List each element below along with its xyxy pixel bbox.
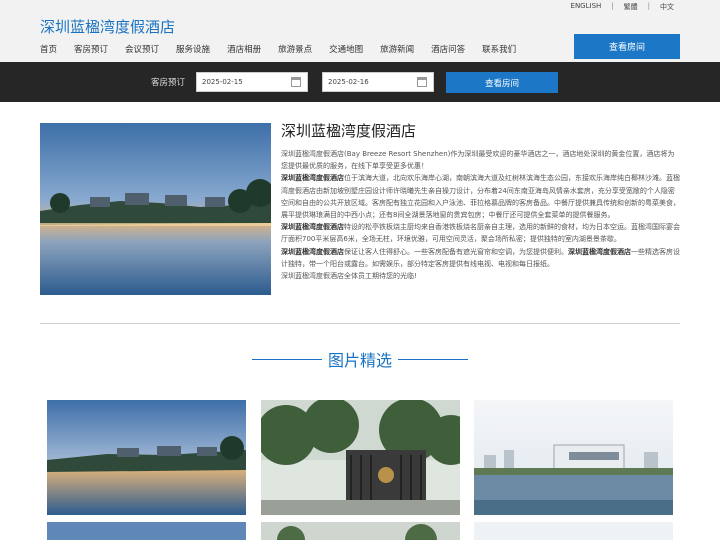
hotel-name-bold: 深圳蓝楹湾度假酒店 (281, 247, 344, 256)
nav-album[interactable]: 酒店相册 (227, 43, 261, 55)
hotel-entrance-photo-icon (261, 522, 460, 540)
hotel-name-bold: 深圳蓝楹湾度假酒店 (281, 223, 344, 232)
nav-news[interactable]: 旅游新闻 (380, 43, 414, 55)
nav-faq[interactable]: 酒店问答 (431, 43, 465, 55)
lakeside-building-photo-icon (474, 522, 673, 540)
section-divider (40, 323, 680, 324)
intro-paragraph: 深圳蓝楹湾度假酒店保证让客人住得舒心。一些客房配备有遮光窗帘和空调，为您提供便利… (281, 247, 680, 268)
site-title[interactable]: 深圳蓝楹湾度假酒店 (40, 16, 175, 37)
lang-english[interactable]: ENGLISH (571, 2, 602, 12)
checkin-date-value: 2025-02-15 (202, 78, 243, 86)
booking-bar: 客房预订 2025-02-15 2025-02-16 查看房间 (0, 62, 720, 102)
hotel-hero-photo (40, 123, 271, 295)
nav-contact[interactable]: 联系我们 (482, 43, 516, 55)
gallery-image[interactable] (474, 522, 673, 540)
intro-paragraph: 深圳蓝楹湾度假酒店全体员工期待您的光临! (281, 272, 417, 281)
calendar-icon (417, 77, 427, 87)
checkout-date-value: 2025-02-16 (328, 78, 369, 86)
intro-paragraph: 深圳蓝楹湾度假酒店(Bay Breeze Resort Shenzhen)作为深… (281, 150, 675, 171)
intro-title: 深圳蓝楹湾度假酒店 (281, 122, 417, 140)
nav-meeting-booking[interactable]: 会议预订 (125, 43, 159, 55)
lakeside-building-photo-icon (474, 400, 673, 515)
nav-attractions[interactable]: 旅游景点 (278, 43, 312, 55)
title-line-right (398, 359, 468, 360)
booking-label: 客房预订 (151, 78, 186, 88)
hotel-name-bold: 深圳蓝楹湾度假酒店 (281, 174, 344, 183)
nav-room-booking[interactable]: 客房预订 (74, 43, 108, 55)
main-nav: 首页 客房预订 会议预订 服务设施 酒店相册 旅游景点 交通地图 旅游新闻 酒店… (40, 43, 533, 55)
checkin-date-input[interactable]: 2025-02-15 (196, 72, 308, 92)
lang-traditional[interactable]: 繁體 (624, 2, 638, 12)
search-rooms-button[interactable]: 查看房间 (446, 72, 558, 93)
nav-map[interactable]: 交通地图 (329, 43, 363, 55)
lang-separator: | (611, 2, 614, 10)
gallery-image[interactable] (47, 522, 246, 540)
lang-simplified[interactable]: 中文 (660, 2, 674, 12)
gallery-image[interactable] (47, 400, 246, 515)
gallery-image[interactable] (261, 522, 460, 540)
lake-villas-photo-icon (47, 400, 246, 515)
intro-text: 深圳蓝楹湾度假酒店(Bay Breeze Resort Shenzhen)作为深… (281, 148, 681, 282)
gallery-title: 图片精选 (327, 351, 392, 370)
header: ENGLISH | 繁體 | 中文 深圳蓝楹湾度假酒店 首页 客房预订 会议预订… (0, 0, 720, 62)
gallery-image[interactable] (474, 400, 673, 515)
calendar-icon (291, 77, 301, 87)
checkout-date-input[interactable]: 2025-02-16 (322, 72, 434, 92)
hotel-name-bold: 深圳蓝楹湾度假酒店 (568, 247, 631, 256)
nav-home[interactable]: 首页 (40, 43, 57, 55)
intro-paragraph: 深圳蓝楹湾度假酒店位于滨海大道，北向欢乐海岸心湖，南朝滨海大道及红树林滨海生态公… (281, 174, 680, 220)
hotel-entrance-photo-icon (261, 400, 460, 515)
lake-villas-photo-icon (47, 522, 246, 540)
gallery-image[interactable] (261, 400, 460, 515)
intro-paragraph: 深圳蓝楹湾度假酒店特设的松亭铁板烧主厨均来自香港铁板烧名厨亲自主理，选用的新鲜的… (281, 223, 680, 244)
nav-facilities[interactable]: 服务设施 (176, 43, 210, 55)
lang-separator: | (647, 2, 650, 10)
view-rooms-button[interactable]: 查看房间 (574, 34, 680, 59)
lake-villas-photo-icon (40, 123, 271, 295)
language-switcher: ENGLISH | 繁體 | 中文 (571, 2, 674, 12)
